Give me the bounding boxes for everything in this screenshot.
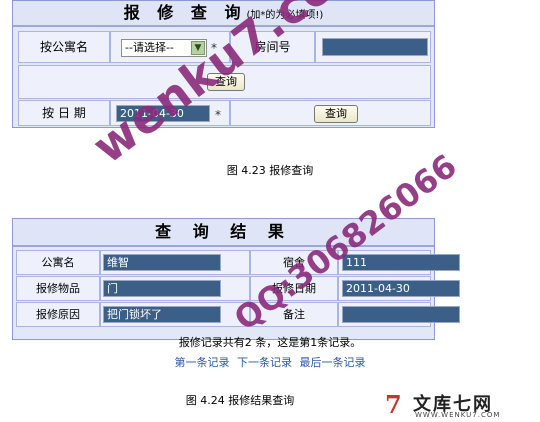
logo-url: WWW.WENKU7.COM: [415, 411, 501, 419]
result-value-cell: 维智: [100, 250, 250, 275]
last-record-link[interactable]: 最后一条记录: [300, 356, 366, 369]
result-value-cell: 门: [100, 276, 250, 301]
result-item-value: 门: [103, 280, 221, 297]
result-label-apartment: 公寓名: [16, 250, 100, 275]
result-value-cell: 2011-04-30: [338, 276, 460, 301]
required-asterisk: *: [215, 108, 221, 122]
next-record-link[interactable]: 下一条记录: [237, 356, 292, 369]
result-label-reason: 报修原因: [16, 302, 100, 327]
form-title: 报 修 查 询: [123, 3, 247, 22]
record-nav: 第一条记录 下一条记录 最后一条记录: [0, 354, 540, 370]
logo-mark: 7: [385, 390, 402, 419]
room-input-cell: [315, 31, 431, 63]
date-query-button[interactable]: 查询: [314, 105, 358, 123]
result-remark-value: [342, 306, 460, 323]
date-query-cell: 查询: [230, 100, 431, 126]
first-record-link[interactable]: 第一条记录: [175, 356, 230, 369]
result-room-value: 111: [342, 254, 460, 271]
result-title: 查 询 结 果: [155, 222, 292, 241]
result-apartment-value: 维智: [103, 254, 221, 271]
result-date-value: 2011-04-30: [342, 280, 460, 297]
apartment-select-value: --请选择--: [125, 41, 174, 54]
result-label-item: 报修物品: [16, 276, 100, 301]
result-value-cell: [338, 302, 460, 327]
site-logo: 7 文库七网 WWW.WENKU7.COM: [385, 390, 535, 419]
result-reason-value: 把门锁坏了: [103, 306, 221, 323]
record-count-text: 报修记录共有2 条，这是第1条记录。: [178, 336, 362, 349]
apartment-label: 按公寓名: [18, 31, 110, 63]
room-input[interactable]: [322, 38, 428, 56]
